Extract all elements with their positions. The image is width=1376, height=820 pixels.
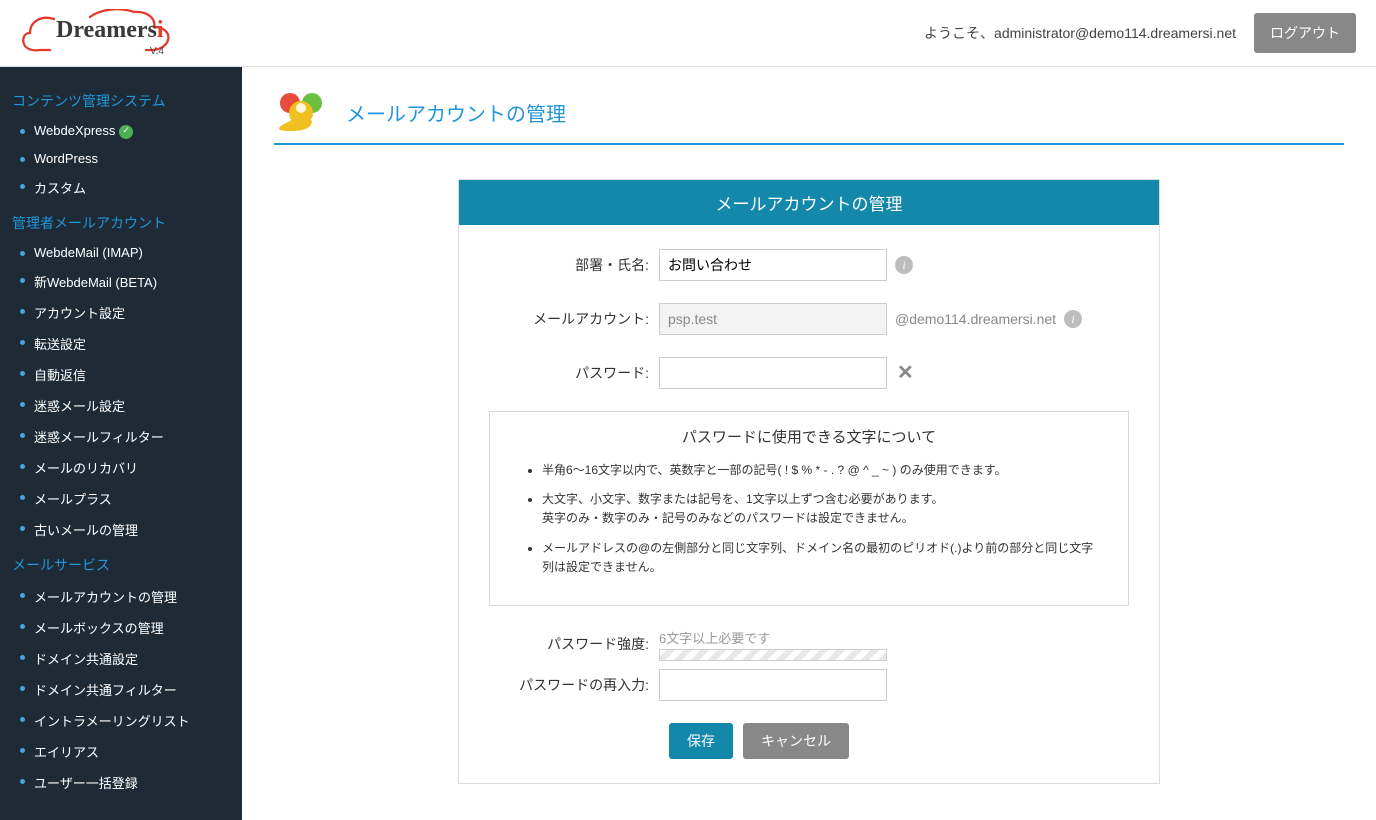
page-title-row: メールアカウントの管理: [274, 91, 1344, 145]
sidebar-item-label: エイリアス: [34, 745, 99, 760]
cancel-button[interactable]: キャンセル: [743, 723, 849, 759]
info-icon[interactable]: i: [895, 256, 913, 274]
sidebar-item-label: イントラメーリングリスト: [34, 714, 190, 729]
strength-meter: [659, 649, 887, 661]
logo[interactable]: Dreamersi V.4: [20, 9, 170, 57]
row-password: パスワード: ✕: [489, 357, 1129, 389]
sidebar-item-label: ドメイン共通設定: [34, 652, 138, 667]
sidebar-item-spam-settings[interactable]: 迷惑メール設定: [12, 390, 230, 421]
row-account: メールアカウント: @demo114.dreamersi.net i: [489, 303, 1129, 335]
sidebar-item-label: WordPress: [34, 151, 98, 166]
sidebar-item-label: アカウント設定: [34, 306, 125, 321]
sidebar-heading-mail-service[interactable]: メールサービス: [12, 549, 230, 581]
department-input[interactable]: [659, 249, 887, 281]
sidebar-item-account-settings[interactable]: アカウント設定: [12, 297, 230, 328]
password-input[interactable]: [659, 357, 887, 389]
logo-version: V.4: [150, 46, 164, 57]
sidebar-item-spam-filter[interactable]: 迷惑メールフィルター: [12, 421, 230, 452]
sidebar: コンテンツ管理システム WebdeXpress WordPress カスタム 管…: [0, 67, 242, 820]
rule-text: 半角6〜16文字以内で、英数字と一部の記号( ! $ % * - . ? @ ^…: [542, 463, 1007, 477]
panel-header: メールアカウントの管理: [459, 180, 1159, 225]
sidebar-item-domain-settings[interactable]: ドメイン共通設定: [12, 643, 230, 674]
sidebar-heading-admin-mail[interactable]: 管理者メールアカウント: [12, 207, 230, 239]
rule-item: 大文字、小文字、数字または記号を、1文字以上ずつ含む必要があります。英字のみ・数…: [542, 490, 1104, 528]
sidebar-item-autoreply[interactable]: 自動返信: [12, 359, 230, 390]
sidebar-item-label: メールのリカバリ: [34, 461, 138, 476]
sidebar-item-label: WebdeXpress: [34, 123, 115, 138]
sidebar-item-wordpress[interactable]: WordPress: [12, 145, 230, 172]
logo-text: Dreamersi: [56, 17, 164, 44]
rule-item: 半角6〜16文字以内で、英数字と一部の記号( ! $ % * - . ? @ ^…: [542, 461, 1104, 480]
sidebar-item-label: 古いメールの管理: [34, 523, 138, 538]
info-icon[interactable]: i: [1064, 310, 1082, 328]
sidebar-item-bulk-users[interactable]: ユーザー一括登録: [12, 767, 230, 798]
label-strength: パスワード強度:: [489, 634, 659, 654]
sidebar-item-label: 迷惑メール設定: [34, 399, 125, 414]
row-reenter: パスワードの再入力:: [489, 669, 1129, 701]
sidebar-heading-cms[interactable]: コンテンツ管理システム: [12, 85, 230, 117]
account-input: [659, 303, 887, 335]
sidebar-item-forward[interactable]: 転送設定: [12, 328, 230, 359]
page-title: メールアカウントの管理: [346, 98, 566, 127]
content-area: メールアカウントの管理 メールアカウントの管理 部署・氏名: i メールアカウン…: [242, 67, 1376, 820]
row-strength: パスワード強度: 6文字以上必要です: [489, 628, 1129, 661]
app-header: Dreamersi V.4 ようこそ、administrator@demo114…: [0, 0, 1376, 67]
header-right: ようこそ、administrator@demo114.dreamersi.net…: [924, 13, 1356, 53]
rules-title: パスワードに使用できる文字について: [514, 426, 1104, 447]
sidebar-item-intra-ml[interactable]: イントラメーリングリスト: [12, 705, 230, 736]
rule-subtext: 英字のみ・数字のみ・記号のみなどのパスワードは設定できません。: [542, 509, 1104, 528]
rule-text: 大文字、小文字、数字または記号を、1文字以上ずつ含む必要があります。: [542, 492, 943, 506]
sidebar-item-new-webdemail[interactable]: 新WebdeMail (BETA): [12, 266, 230, 297]
row-department: 部署・氏名: i: [489, 249, 1129, 281]
save-button[interactable]: 保存: [669, 723, 733, 759]
sidebar-item-label: 迷惑メールフィルター: [34, 430, 164, 445]
sidebar-item-old-mail[interactable]: 古いメールの管理: [12, 514, 230, 545]
label-password: パスワード:: [489, 363, 659, 383]
users-icon: [274, 91, 330, 133]
logout-button[interactable]: ログアウト: [1254, 13, 1356, 53]
label-department: 部署・氏名:: [489, 255, 659, 275]
sidebar-item-mail-plus[interactable]: メールプラス: [12, 483, 230, 514]
sidebar-item-mail-recovery[interactable]: メールのリカバリ: [12, 452, 230, 483]
sidebar-item-label: 転送設定: [34, 337, 86, 352]
sidebar-item-alias[interactable]: エイリアス: [12, 736, 230, 767]
sidebar-item-mailbox-mgmt[interactable]: メールボックスの管理: [12, 612, 230, 643]
sidebar-item-label: 新WebdeMail (BETA): [34, 275, 157, 290]
sidebar-item-label: WebdeMail (IMAP): [34, 245, 143, 260]
sidebar-item-label: 自動返信: [34, 368, 86, 383]
welcome-text: ようこそ、administrator@demo114.dreamersi.net: [924, 23, 1236, 43]
button-row: 保存 キャンセル: [669, 723, 1129, 759]
sidebar-item-label: メールプラス: [34, 492, 112, 507]
domain-suffix: @demo114.dreamersi.net: [895, 311, 1056, 327]
password-rules-box: パスワードに使用できる文字について 半角6〜16文字以内で、英数字と一部の記号(…: [489, 411, 1129, 606]
sidebar-item-label: ユーザー一括登録: [34, 776, 138, 791]
strength-message: 6文字以上必要です: [659, 631, 770, 646]
sidebar-item-label: メールボックスの管理: [34, 621, 164, 636]
rule-item: メールアドレスの@の左側部分と同じ文字列、ドメイン名の最初のピリオド(.)より前…: [542, 539, 1104, 577]
sidebar-item-label: メールアカウントの管理: [34, 590, 177, 605]
sidebar-item-label: ドメイン共通フィルター: [34, 683, 177, 698]
sidebar-item-mail-account-mgmt[interactable]: メールアカウントの管理: [12, 581, 230, 612]
check-badge-icon: [119, 125, 133, 139]
password-reenter-input[interactable]: [659, 669, 887, 701]
label-reenter: パスワードの再入力:: [489, 675, 659, 695]
clear-password-icon[interactable]: ✕: [897, 363, 914, 383]
sidebar-item-domain-filter[interactable]: ドメイン共通フィルター: [12, 674, 230, 705]
sidebar-item-webdemail[interactable]: WebdeMail (IMAP): [12, 239, 230, 266]
rule-text: メールアドレスの@の左側部分と同じ文字列、ドメイン名の最初のピリオド(.)より前…: [542, 541, 1093, 574]
label-account: メールアカウント:: [489, 309, 659, 329]
sidebar-item-custom[interactable]: カスタム: [12, 172, 230, 203]
form-panel: メールアカウントの管理 部署・氏名: i メールアカウント: @demo114.…: [458, 179, 1160, 784]
sidebar-item-webdexpress[interactable]: WebdeXpress: [12, 117, 230, 145]
sidebar-item-label: カスタム: [34, 181, 86, 196]
